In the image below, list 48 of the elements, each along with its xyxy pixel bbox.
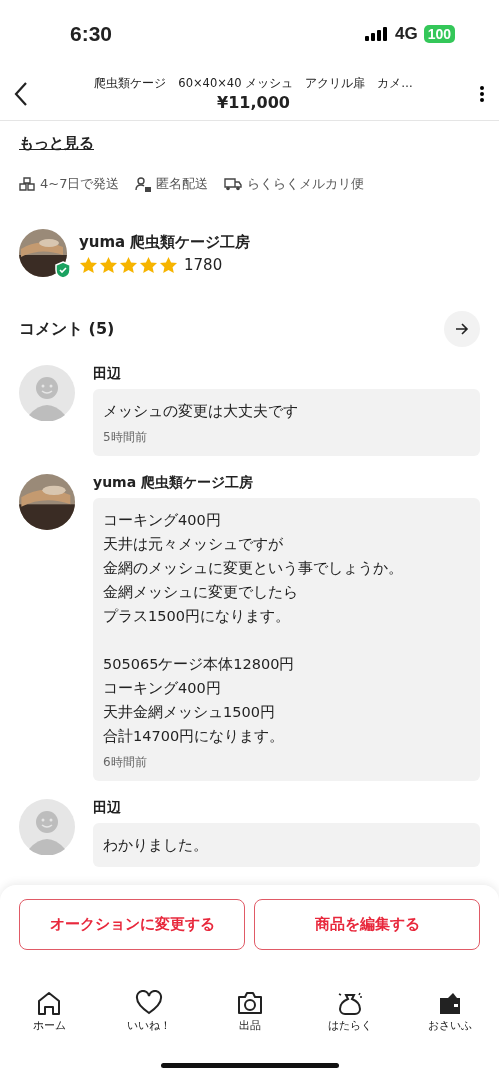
commenter-name: 田辺 <box>93 365 122 383</box>
nav-tab[interactable]: はたらく <box>314 990 385 1033</box>
comment-line: コーキング400円 <box>103 511 221 530</box>
home-icon <box>35 990 63 1016</box>
comments-arrow-button[interactable] <box>444 311 480 347</box>
comment-time: 6時間前 <box>103 754 148 771</box>
commenter-name: 田辺 <box>93 799 122 817</box>
see-more-link[interactable]: もっと見る <box>19 134 94 153</box>
shipping-label: 4~7日で発送 <box>40 175 120 193</box>
shipping-label: 匿名配送 <box>156 175 209 193</box>
nav-tab[interactable]: おさいふ <box>415 990 485 1033</box>
seller-name[interactable]: yuma 爬虫類ケージ工房 <box>79 232 251 252</box>
item-title: 爬虫類ケージ 60×40×40 メッシュ アクリル扉 カメ… <box>94 76 413 91</box>
item-price: ¥11,000 <box>217 93 290 112</box>
comments-heading: コメント (5) <box>19 318 115 340</box>
back-icon[interactable] <box>14 81 28 107</box>
comment-line: わかりました。 <box>103 836 208 855</box>
nav-tab[interactable]: 出品 <box>214 990 285 1033</box>
heart-icon <box>135 990 164 1016</box>
action-button[interactable]: オークションに変更する <box>19 899 245 950</box>
comment-line: 合計14700円になります。 <box>103 727 285 746</box>
person-lock-icon <box>135 176 152 192</box>
more-options-icon[interactable] <box>479 85 485 103</box>
truck-icon <box>224 177 243 191</box>
commenter-name: yuma 爬虫類ケージ工房 <box>93 474 254 492</box>
comment-line: メッシュの変更は大丈夫です <box>103 402 298 421</box>
comment-line: 天井は元々メッシュですが <box>103 535 283 554</box>
comment-line: プラス1500円になります。 <box>103 607 290 626</box>
signal-icon <box>364 27 389 41</box>
comment-time: 5時間前 <box>103 429 148 446</box>
rating-count: 1780 <box>184 255 223 274</box>
shipping-label: らくらくメルカリ便 <box>247 175 365 193</box>
comment-line: 金網メッシュに変更でしたら <box>103 583 298 602</box>
battery-indicator: 100 <box>423 25 455 43</box>
avatar-icon <box>19 799 75 855</box>
avatar-icon <box>19 365 75 421</box>
comment-line: コーキング400円 <box>103 679 221 698</box>
comment-line: 天井金網メッシュ1500円 <box>103 703 275 722</box>
action-button[interactable]: 商品を編集する <box>254 899 480 950</box>
camera-icon <box>235 990 264 1016</box>
comment-line: 505065ケージ本体12800円 <box>103 655 295 674</box>
boxes-icon <box>19 177 35 191</box>
network-label: 4G <box>394 24 418 44</box>
arrow-right-icon <box>455 322 469 336</box>
nav-tab[interactable]: ホーム <box>14 990 84 1033</box>
nav-tab[interactable]: いいね！ <box>114 990 185 1033</box>
comment-line: 金網のメッシュに変更という事でしょうか。 <box>103 559 403 578</box>
status-time: 6:30 <box>70 22 113 46</box>
